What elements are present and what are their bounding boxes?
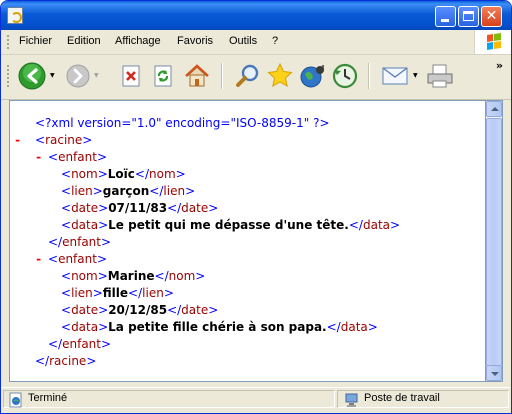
xml-field-nom: <nom>Marine</nom> <box>61 269 206 283</box>
stop-icon[interactable] <box>119 64 143 88</box>
menu-aide[interactable]: ? <box>272 35 278 47</box>
refresh-icon[interactable] <box>151 64 175 88</box>
toolbar-separator <box>221 63 223 89</box>
xml-field-date: <date>07/11/83</date> <box>61 201 219 215</box>
xml-view: <?xml version="1.0" encoding="ISO-8859-1… <box>9 100 486 382</box>
scroll-down-button[interactable] <box>486 365 502 381</box>
xml-field-lien: <lien>fille</lien> <box>61 286 174 300</box>
computer-icon <box>345 393 358 407</box>
tag-name: enfant <box>58 150 97 164</box>
chevron-down-icon <box>491 372 499 376</box>
menu-grip[interactable] <box>7 35 12 49</box>
xml-close-enfant: </enfant> <box>48 337 112 351</box>
status-bar: Terminé Poste de travail <box>1 387 511 410</box>
xml-open-enfant: <enfant> <box>48 150 108 164</box>
document-app-icon[interactable] <box>7 7 23 24</box>
menu-edition[interactable]: Edition <box>67 35 101 47</box>
scroll-thumb[interactable] <box>486 118 502 366</box>
chevron-up-icon <box>491 107 499 111</box>
zone-text: Poste de travail <box>364 392 440 404</box>
status-main-pane: Terminé <box>3 390 335 408</box>
collapse-racine-toggle[interactable]: - <box>14 132 21 149</box>
mail-dropdown-icon[interactable]: ▼ <box>413 72 418 79</box>
print-icon[interactable] <box>425 62 455 90</box>
xml-field-date: <date>20/12/85</date> <box>61 303 219 317</box>
field-value: garçon <box>102 184 150 198</box>
xml-field-nom: <nom>Loïc</nom> <box>61 167 186 181</box>
scroll-up-button[interactable] <box>486 101 502 117</box>
status-text: Terminé <box>28 392 68 404</box>
mail-icon[interactable] <box>381 63 411 89</box>
collapse-enfant-toggle[interactable]: - <box>35 149 42 166</box>
xml-close-racine: </racine> <box>35 354 97 368</box>
field-value: 07/11/83 <box>108 201 168 215</box>
tag-name: enfant <box>58 252 97 266</box>
search-icon[interactable] <box>233 61 263 91</box>
tag-name: racine <box>45 133 83 147</box>
minimize-icon <box>441 19 449 22</box>
browser-window: ✕ Fichier Edition Affichage Favoris Outi… <box>0 0 512 414</box>
field-value: fille <box>102 286 129 300</box>
page-done-icon <box>9 392 22 408</box>
xml-declaration-text: <?xml version="1.0" encoding="ISO-8859-1… <box>35 116 330 130</box>
xml-field-data: <data>Le petit qui me dépasse d'une tête… <box>61 218 401 232</box>
field-value: Le petit qui me dépasse d'une tête. <box>108 218 349 232</box>
menu-favoris[interactable]: Favoris <box>177 35 213 47</box>
xml-open-racine: <racine> <box>35 133 93 147</box>
home-icon[interactable] <box>183 62 211 90</box>
forward-icon[interactable] <box>65 63 91 89</box>
back-icon[interactable] <box>17 61 47 91</box>
close-button[interactable]: ✕ <box>481 6 502 27</box>
vertical-scrollbar[interactable] <box>486 100 503 382</box>
xml-declaration: <?xml version="1.0" encoding="ISO-8859-1… <box>35 115 330 132</box>
field-value: 20/12/85 <box>108 303 168 317</box>
back-dropdown-icon[interactable]: ▼ <box>50 72 55 79</box>
favorites-icon[interactable] <box>265 61 295 91</box>
windows-logo-icon <box>474 30 511 54</box>
xml-field-lien: <lien>garçon</lien> <box>61 184 196 198</box>
title-bar[interactable]: ✕ <box>1 1 511 30</box>
maximize-button[interactable] <box>458 6 479 27</box>
toolbar: ▼ ▼ ▼ » <box>1 55 511 100</box>
forward-dropdown-icon[interactable]: ▼ <box>94 72 99 79</box>
xml-field-data: <data>La petite fille chérie à son papa.… <box>61 320 378 334</box>
toolbar-separator <box>368 63 370 89</box>
field-value: Marine <box>107 269 155 283</box>
toolbar-overflow-chevron[interactable]: » <box>496 59 503 72</box>
history-icon[interactable] <box>331 62 359 90</box>
toolbar-grip[interactable] <box>7 65 12 87</box>
status-zone-pane: Poste de travail <box>337 390 509 408</box>
minimize-button[interactable] <box>435 6 456 27</box>
close-icon: ✕ <box>485 8 498 24</box>
menu-bar: Fichier Edition Affichage Favoris Outils… <box>1 30 511 55</box>
maximize-icon <box>463 11 474 21</box>
field-value: Loïc <box>107 167 135 181</box>
xml-open-enfant: <enfant> <box>48 252 108 266</box>
collapse-enfant-toggle[interactable]: - <box>35 251 42 268</box>
media-icon[interactable] <box>299 62 327 90</box>
menu-fichier[interactable]: Fichier <box>19 35 52 47</box>
menu-affichage[interactable]: Affichage <box>115 35 161 47</box>
xml-close-enfant: </enfant> <box>48 235 112 249</box>
field-value: La petite fille chérie à son papa. <box>108 320 327 334</box>
menu-outils[interactable]: Outils <box>229 35 257 47</box>
